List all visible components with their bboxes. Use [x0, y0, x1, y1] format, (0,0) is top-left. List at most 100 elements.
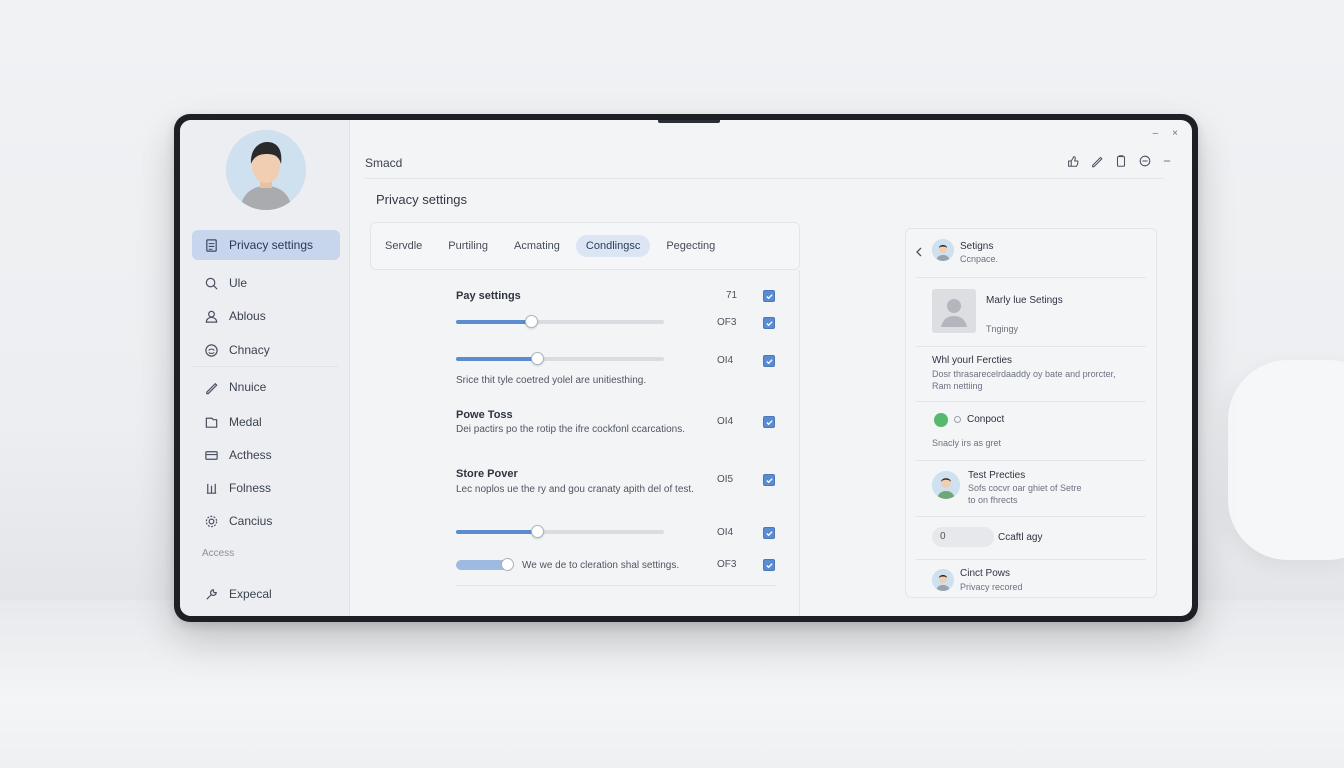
sidebar-section-label: Access: [202, 548, 235, 559]
input-row: 0 Ccaftl agy: [906, 527, 1156, 551]
slider-handle[interactable]: [531, 352, 545, 365]
sidebar-item-medal[interactable]: Medal: [192, 407, 340, 437]
status-section: Conpoct Snacly irs as gret: [906, 411, 1156, 455]
minimize-button[interactable]: –: [1153, 128, 1159, 139]
clock-icon[interactable]: [1138, 154, 1152, 168]
slider-3-checkbox[interactable]: [763, 527, 775, 539]
tab-purtiling[interactable]: Purtiling: [438, 235, 498, 257]
slider-2[interactable]: [456, 352, 664, 365]
toggle-value: OF3: [717, 559, 737, 570]
slider-1[interactable]: [456, 315, 664, 328]
check-icon: [766, 359, 773, 365]
pay-settings-checkbox[interactable]: [763, 290, 775, 302]
features-title: Whl yourl Fercties: [932, 355, 1013, 366]
panel-divider: [916, 277, 1146, 278]
test-avatar: [932, 471, 960, 499]
clipboard-icon[interactable]: [1114, 154, 1128, 168]
user-avatar[interactable]: [226, 130, 306, 210]
slider-handle[interactable]: [531, 525, 545, 538]
check-icon: [766, 321, 773, 327]
person-icon: [932, 569, 954, 591]
sidebar-item-acthess[interactable]: Acthess: [192, 440, 340, 470]
profile-placeholder-image: [932, 289, 976, 333]
store-pover-checkbox[interactable]: [763, 474, 775, 486]
profile-sub: Tngingy: [986, 324, 1019, 334]
count-input[interactable]: 0: [932, 527, 994, 547]
profile-title: Marly lue Setings: [986, 295, 1063, 306]
slider-3[interactable]: [456, 525, 664, 538]
panel-divider: [916, 559, 1146, 560]
powe-toss-title: Powe Toss: [456, 409, 513, 421]
sidebar-item-folness[interactable]: Folness: [192, 473, 340, 503]
panel-header: Setigns Ccnpace.: [906, 239, 1156, 273]
features-description: Dosr thrasarecelrdaaddy oy bate and pror…: [932, 369, 1116, 391]
card-icon: [205, 450, 218, 460]
tab-bar: Servdle Purtiling Acmating Condlingsc Pe…: [370, 222, 800, 270]
slider-1-value: OF3: [717, 317, 737, 328]
person-icon: [932, 471, 960, 499]
tab-acmating[interactable]: Acmating: [504, 235, 570, 257]
column-divider: [799, 270, 800, 616]
search-icon: [205, 277, 218, 290]
sidebar-item-privacy-settings[interactable]: Privacy settings: [192, 230, 340, 260]
sidebar: Privacy settings Ule Ablous Chnacy Nnuic…: [180, 120, 350, 616]
tab-pegecting[interactable]: Pegecting: [656, 235, 725, 257]
back-arrow-icon[interactable]: [914, 247, 924, 257]
tab-condlingsc[interactable]: Condlingsc: [575, 235, 651, 257]
sidebar-item-chnacy[interactable]: Chnacy: [192, 335, 340, 365]
status-label: Conpoct: [967, 414, 1005, 425]
person-icon: [932, 239, 954, 261]
test-title: Test Precties: [968, 470, 1026, 481]
folder-icon: [205, 417, 218, 428]
sidebar-item-expecal[interactable]: Expecal: [192, 579, 340, 609]
status-radio-icon[interactable]: [954, 416, 961, 423]
sidebar-item-nnuice[interactable]: Nnuice: [192, 372, 340, 402]
status-description: Snacly irs as gret: [932, 438, 1002, 448]
toggle-switch[interactable]: [456, 558, 514, 571]
pen-icon: [206, 382, 218, 394]
store-pover-description: Lec noplos ue the ry and gou cranaty api…: [456, 484, 694, 495]
sidebar-item-label: Chnacy: [229, 343, 270, 357]
toggle-knob: [501, 558, 514, 571]
thumbs-up-icon[interactable]: [1066, 154, 1080, 168]
powe-toss-value: OI4: [717, 416, 734, 427]
slider-handle[interactable]: [524, 315, 538, 328]
status-dot-icon: [934, 413, 948, 427]
slider-2-checkbox[interactable]: [763, 355, 775, 367]
toolbar: [1066, 154, 1172, 168]
panel-divider: [916, 401, 1146, 402]
page-title: Privacy settings: [376, 192, 468, 207]
more-icon[interactable]: [1162, 154, 1172, 168]
slider-fill: [456, 357, 538, 361]
input-label: Ccaftl agy: [998, 532, 1043, 543]
sidebar-item-label: Medal: [229, 415, 262, 429]
tab-servdle[interactable]: Servdle: [375, 235, 432, 257]
sidebar-item-label: Acthess: [229, 448, 272, 462]
app-window: Privacy settings Ule Ablous Chnacy Nnuic…: [180, 120, 1192, 616]
tools-icon: [206, 588, 217, 600]
sidebar-item-ule[interactable]: Ule: [192, 268, 340, 298]
check-icon: [766, 563, 773, 569]
profile-card[interactable]: Marly lue Setings Tngingy: [906, 289, 1156, 339]
sidebar-item-label: Expecal: [229, 587, 272, 601]
sidebar-item-ablous[interactable]: Ablous: [192, 301, 340, 331]
sidebar-item-label: Ule: [229, 276, 248, 290]
close-button[interactable]: ×: [1172, 128, 1178, 139]
features-section: Whl yourl Fercties Dosr thrasarecelrdaad…: [906, 355, 1156, 395]
window-controls: – ×: [1153, 128, 1178, 139]
slider-2-value: OI4: [717, 355, 734, 366]
powe-toss-checkbox[interactable]: [763, 416, 775, 428]
slider-1-checkbox[interactable]: [763, 317, 775, 329]
person-placeholder-icon: [941, 299, 967, 327]
test-description: Sofs cocvr oar ghiet of Setre to on fhre…: [968, 483, 1082, 505]
sidebar-item-label: Folness: [229, 481, 272, 495]
pay-settings-title: Pay settings: [456, 290, 521, 302]
app-title: Smacd: [365, 156, 403, 170]
edit-icon[interactable]: [1090, 154, 1104, 168]
avatar-person-icon: [226, 130, 306, 210]
sidebar-item-label: Ablous: [229, 309, 266, 323]
sidebar-divider: [192, 366, 338, 367]
sidebar-item-cancius[interactable]: Cancius: [192, 506, 340, 536]
footer-title: Cinct Pows: [960, 568, 1011, 579]
toggle-checkbox[interactable]: [763, 559, 775, 571]
